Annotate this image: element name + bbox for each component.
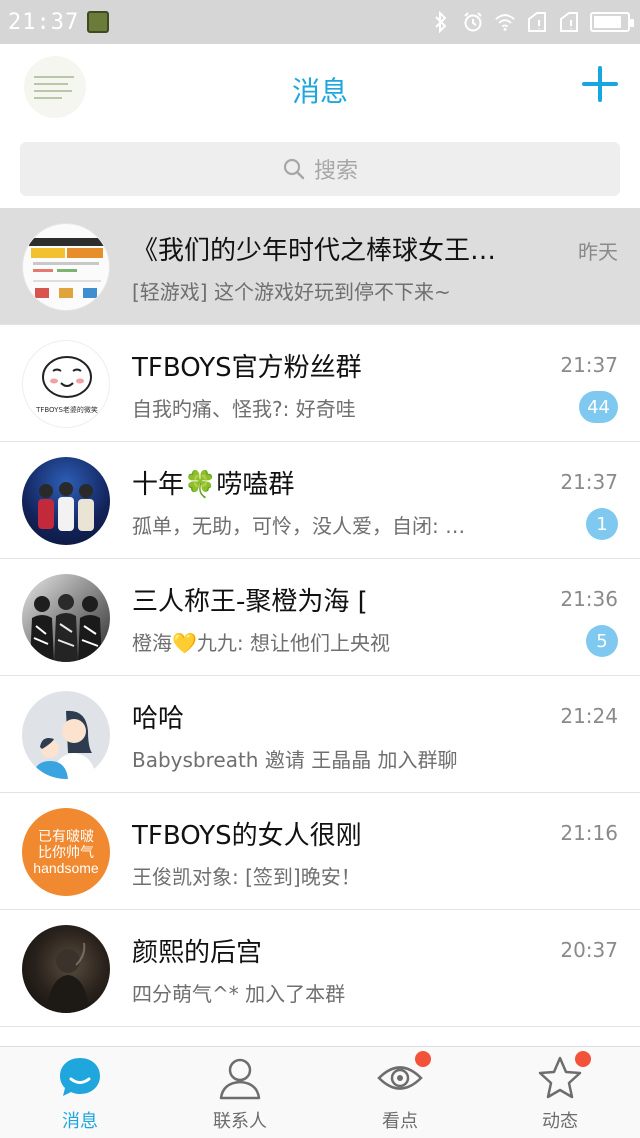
avatar: 已有啵啵 比你帅气 handsome xyxy=(22,808,110,896)
avatar-caption: TFBOYS老婆的微笑 xyxy=(35,405,98,414)
unread-badge: 5 xyxy=(586,625,618,657)
page-title: 消息 xyxy=(291,75,348,108)
status-bar: 21:37 xyxy=(0,0,640,44)
avatar xyxy=(22,691,110,779)
chat-time: 21:16 xyxy=(560,821,618,845)
chat-time: 21:24 xyxy=(560,704,618,728)
signal-icon xyxy=(558,11,580,33)
search-icon xyxy=(283,158,305,180)
chat-time: 21:37 xyxy=(560,470,618,494)
avatar-text: 比你帅气 xyxy=(38,844,94,860)
chat-time: 昨天 xyxy=(578,240,618,264)
avatar xyxy=(22,457,110,545)
app-icon xyxy=(87,11,110,33)
tab-label: 消息 xyxy=(62,1111,98,1132)
chat-preview: 王俊凯对象: [签到]晚安！ xyxy=(132,865,361,889)
tab-contacts[interactable]: 联系人 xyxy=(160,1047,320,1138)
avatar xyxy=(22,574,110,662)
tab-label: 动态 xyxy=(542,1111,578,1132)
chat-row[interactable]: TFBOYS老婆的微笑 TFBOYS官方粉丝群 自我旳痛、怪我?: 好奇哇 21… xyxy=(0,325,640,442)
wifi-icon xyxy=(494,11,516,33)
chat-preview: 橙海💛九九: 想让他们上央视 xyxy=(132,631,390,655)
avatar-text: handsome xyxy=(33,860,99,876)
chat-preview: 孤单，无助，可怜，没人爱，自闭: … xyxy=(132,514,466,538)
battery-icon xyxy=(590,12,634,32)
chat-preview: 自我旳痛、怪我?: 好奇哇 xyxy=(132,397,356,421)
chat-row[interactable]: 《我们的少年时代之棒球女王… [轻游戏] 这个游戏好玩到停不下来~ 昨天 xyxy=(0,208,640,325)
avatar-text: 已有啵啵 xyxy=(38,828,94,844)
chat-row[interactable]: 三人称王-聚橙为海 [ 橙海💛九九: 想让他们上央视 21:36 5 xyxy=(0,559,640,676)
chat-preview: Babysbreath 邀请 王晶晶 加入群聊 xyxy=(132,748,458,772)
chat-row[interactable]: 十年🍀唠嗑群 孤单，无助，可怜，没人爱，自闭: … 21:37 1 xyxy=(0,442,640,559)
battery-fill xyxy=(594,16,621,28)
status-time: 21:37 xyxy=(8,9,80,35)
chat-name: 十年🍀唠嗑群 xyxy=(132,470,295,500)
person-icon xyxy=(217,1055,263,1101)
chat-row[interactable]: 颜熙的后宫 四分萌气^* 加入了本群 20:37 xyxy=(0,910,640,1027)
add-button[interactable] xyxy=(582,66,618,102)
search-input[interactable]: 搜索 xyxy=(20,142,620,196)
tab-label: 看点 xyxy=(382,1111,418,1132)
chat-name: 《我们的少年时代之棒球女王… xyxy=(132,236,497,266)
chat-time: 20:37 xyxy=(560,938,618,962)
chat-row[interactable]: 哈哈 Babysbreath 邀请 王晶晶 加入群聊 21:24 xyxy=(0,676,640,793)
chat-list: 《我们的少年时代之棒球女王… [轻游戏] 这个游戏好玩到停不下来~ 昨天 TFB… xyxy=(0,208,640,1027)
avatar xyxy=(22,223,110,311)
chat-name: 颜熙的后宫 xyxy=(132,938,263,968)
bottom-nav: 消息 联系人 看点 动态 xyxy=(0,1046,640,1138)
tab-moments[interactable]: 动态 xyxy=(480,1047,640,1138)
chat-preview: 四分萌气^* 加入了本群 xyxy=(132,982,346,1006)
chat-name: 三人称王-聚橙为海 [ xyxy=(132,587,368,617)
chat-name: TFBOYS官方粉丝群 xyxy=(132,353,362,383)
search-placeholder: 搜索 xyxy=(313,159,358,184)
eye-icon xyxy=(377,1051,431,1101)
tab-label: 联系人 xyxy=(213,1111,267,1132)
status-right xyxy=(430,11,634,33)
chat-time: 21:37 xyxy=(560,353,618,377)
bluetooth-icon xyxy=(430,11,452,33)
star-icon xyxy=(537,1051,591,1101)
status-left: 21:37 xyxy=(8,9,110,35)
chat-row[interactable]: 已有啵啵 比你帅气 handsome TFBOYS的女人很刚 王俊凯对象: [签… xyxy=(0,793,640,910)
chat-time: 21:36 xyxy=(560,587,618,611)
chat-preview: [轻游戏] 这个游戏好玩到停不下来~ xyxy=(132,280,451,304)
unread-badge: 44 xyxy=(579,391,618,423)
avatar xyxy=(22,925,110,1013)
search-bar: 搜索 xyxy=(0,132,640,208)
chat-bubble-icon xyxy=(57,1055,103,1101)
unread-badge: 1 xyxy=(586,508,618,540)
chat-name: TFBOYS的女人很刚 xyxy=(132,821,362,851)
alarm-icon xyxy=(462,11,484,33)
tab-kandian[interactable]: 看点 xyxy=(320,1047,480,1138)
avatar: TFBOYS老婆的微笑 xyxy=(22,340,110,428)
notification-dot xyxy=(415,1051,431,1067)
header: 消息 xyxy=(0,44,640,132)
notification-dot xyxy=(575,1051,591,1067)
tab-messages[interactable]: 消息 xyxy=(0,1047,160,1138)
chat-name: 哈哈 xyxy=(132,704,185,734)
signal-icon xyxy=(526,11,548,33)
